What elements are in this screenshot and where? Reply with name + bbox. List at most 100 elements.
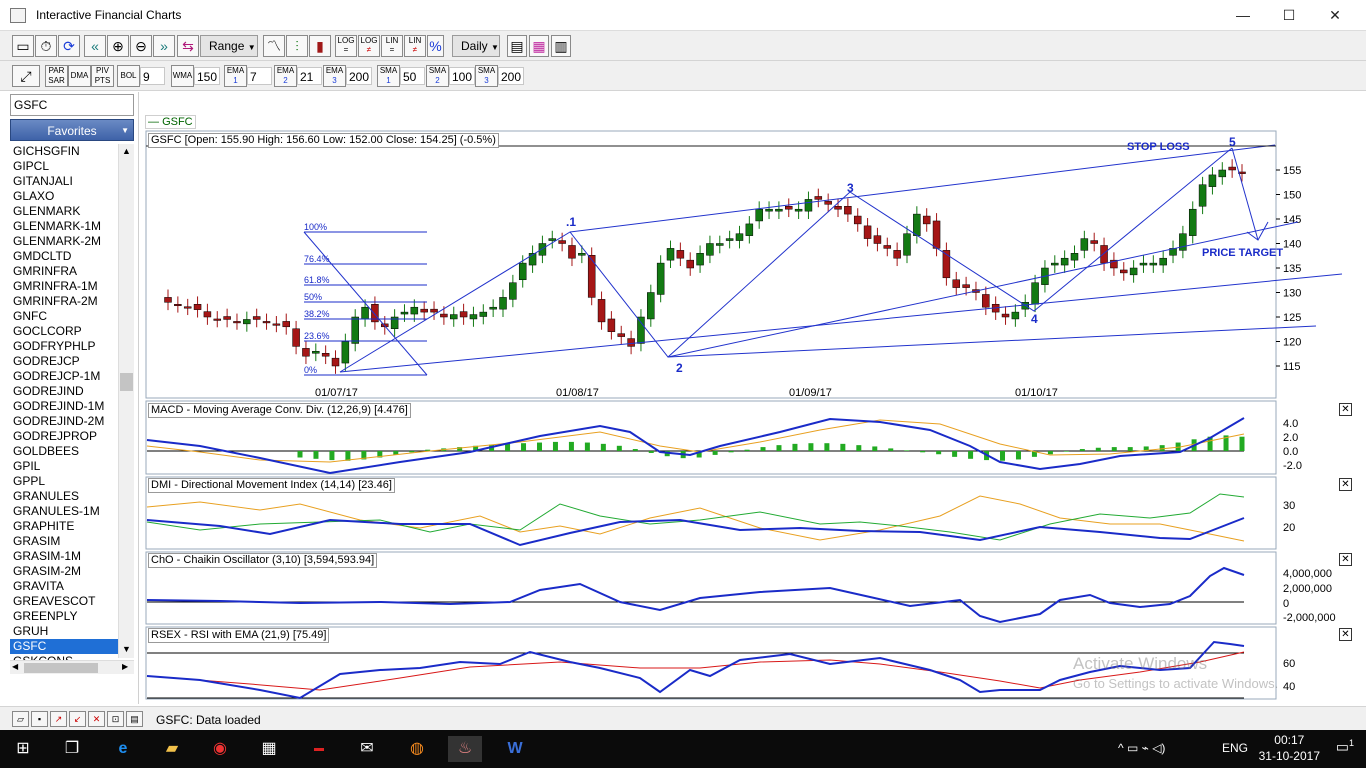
language-indicator[interactable]: ENG [1222,741,1248,755]
symbol-list-item[interactable]: GRASIM-1M [10,549,118,564]
ema1-button[interactable]: EMA 1 [224,65,247,87]
symbol-list-item[interactable]: GREAVESCOT [10,594,118,609]
bol-period-field[interactable]: 9 [140,67,165,85]
symbol-list-item[interactable]: GLENMARK-1M [10,219,118,234]
sma3-button[interactable]: SMA 3 [475,65,498,87]
task-view-icon[interactable]: ❐ [55,736,89,762]
minimize-button[interactable]: — [1220,0,1266,31]
scroll-left-icon[interactable]: ◀ [12,662,18,671]
log-notequal-button[interactable]: LOG ≠ [358,35,380,57]
calculator-icon[interactable]: ▦ [252,736,286,762]
tray-icons[interactable]: ^ ▭ ⌁ ◁) [1118,741,1165,755]
chart-area[interactable] [138,92,1358,704]
symbol-list-item[interactable]: GPIL [10,459,118,474]
symbol-list-item[interactable]: GRASIM-2M [10,564,118,579]
symbol-list-scrollbar[interactable]: ▲ ▼ [118,144,134,658]
candlestick-button[interactable]: ▮ [309,35,331,57]
wma-button[interactable]: WMA [171,65,194,87]
dma-button[interactable]: DMA [68,65,91,87]
ema3-period-field[interactable]: 200 [346,67,372,85]
symbol-list-item[interactable]: GLENMARK-2M [10,234,118,249]
export-button[interactable]: ↗ [50,711,67,727]
zoom-in-button[interactable]: ⊕ [107,35,129,57]
timer-button[interactable]: ⏱ [35,35,57,57]
sma2-button[interactable]: SMA 2 [426,65,449,87]
scroll-up-icon[interactable]: ▲ [122,146,131,156]
ema2-period-field[interactable]: 21 [297,67,322,85]
range-dropdown[interactable]: Range ▼ [200,35,258,57]
symbol-list-item[interactable]: GOCLCORP [10,324,118,339]
fit-button[interactable]: ⊡ [107,711,124,727]
layout-button[interactable]: ▥ [551,35,571,57]
bar-chart-button[interactable]: ⫶ [286,35,308,57]
sma1-button[interactable]: SMA 1 [377,65,400,87]
chrome-icon[interactable]: ◉ [203,736,237,762]
file-explorer-icon[interactable]: ▰ [155,736,189,762]
delete-button[interactable]: ✕ [88,711,105,727]
scroll-right-icon[interactable]: ▶ [122,662,128,671]
import-button[interactable]: ↙ [69,711,86,727]
ema1-period-field[interactable]: 7 [247,67,272,85]
mail-icon[interactable]: ✉ [350,736,384,762]
symbol-list-item[interactable]: GMRINFRA-2M [10,294,118,309]
symbol-list-item[interactable]: GPPL [10,474,118,489]
pivot-points-button[interactable]: PIV PTS [91,65,114,87]
symbol-list-item[interactable]: GLENMARK [10,204,118,219]
symbol-list-item[interactable]: GRAVITA [10,579,118,594]
refresh-button[interactable]: ⟳ [58,35,80,57]
symbol-list-item[interactable]: GODREJCP-1M [10,369,118,384]
word-icon[interactable]: W [498,736,532,762]
symbol-list-item[interactable]: GODREJIND [10,384,118,399]
par-sar-button[interactable]: PAR SAR [45,65,68,87]
wma-period-field[interactable]: 150 [194,67,220,85]
scroll-left-button[interactable]: « [84,35,106,57]
symbol-list-item[interactable]: GODREJIND-1M [10,399,118,414]
edge-browser-icon[interactable]: e [106,736,140,762]
sma1-period-field[interactable]: 50 [400,67,425,85]
notification-icon[interactable]: ▭1 [1336,738,1354,756]
open-button[interactable]: ▱ [12,711,29,727]
symbol-list-item[interactable]: GNFC [10,309,118,324]
symbol-list-item[interactable]: GODREJPROP [10,429,118,444]
close-dmi-panel-button[interactable]: ✕ [1339,478,1352,491]
close-macd-panel-button[interactable]: ✕ [1339,403,1352,416]
close-window-button[interactable]: ✕ [1312,0,1358,31]
firefox-icon[interactable]: ◍ [400,736,434,762]
lin-notequal-button[interactable]: LIN ≠ [404,35,426,57]
sma2-period-field[interactable]: 100 [449,67,475,85]
symbol-list-item[interactable]: GRUH [10,624,118,639]
symbol-list-item[interactable]: GMRINFRA-1M [10,279,118,294]
clock[interactable]: 00:17 31-10-2017 [1259,732,1320,764]
symbol-list-item[interactable]: GSFC [10,639,118,654]
symbol-list-item[interactable]: GMRINFRA [10,264,118,279]
symbol-list-item[interactable]: GOLDBEES [10,444,118,459]
scroll-thumb[interactable] [120,373,133,391]
symbol-input[interactable]: GSFC [10,94,134,116]
symbol-list-item[interactable]: GRANULES [10,489,118,504]
line-chart-button[interactable]: 〽 [263,35,285,57]
symbol-list-item[interactable]: GIPCL [10,159,118,174]
windows-start-icon[interactable]: ⊞ [6,736,40,762]
maximize-button[interactable]: ☐ [1266,0,1312,31]
symbol-list-item[interactable]: GRAPHITE [10,519,118,534]
symbol-list-item[interactable]: GRANULES-1M [10,504,118,519]
print-button[interactable]: ▤ [126,711,143,727]
hscroll-thumb[interactable] [24,663,98,673]
symbol-list-hscrollbar[interactable]: ◀ ▶ [10,660,134,674]
symbol-list-item[interactable]: GMDCLTD [10,249,118,264]
java-app-icon[interactable]: ♨ [448,736,482,762]
ema3-button[interactable]: EMA 3 [323,65,346,87]
symbol-list-item[interactable]: GODREJIND-2M [10,414,118,429]
percent-button[interactable]: % [427,35,444,57]
bol-button[interactable]: BOL [117,65,140,87]
symbol-list-item[interactable]: GODREJCP [10,354,118,369]
scroll-down-icon[interactable]: ▼ [122,644,131,654]
symbol-list-item[interactable]: GODFRYPHLP [10,339,118,354]
ema2-button[interactable]: EMA 2 [274,65,297,87]
symbol-list-item[interactable]: GITANJALI [10,174,118,189]
favorites-dropdown[interactable]: Favorites ▼ [10,119,134,141]
symbol-list-item[interactable]: GRASIM [10,534,118,549]
log-equal-button[interactable]: LOG = [335,35,357,57]
zoom-out-button[interactable]: ⊖ [130,35,152,57]
color-scheme-button[interactable]: ▦ [529,35,549,57]
